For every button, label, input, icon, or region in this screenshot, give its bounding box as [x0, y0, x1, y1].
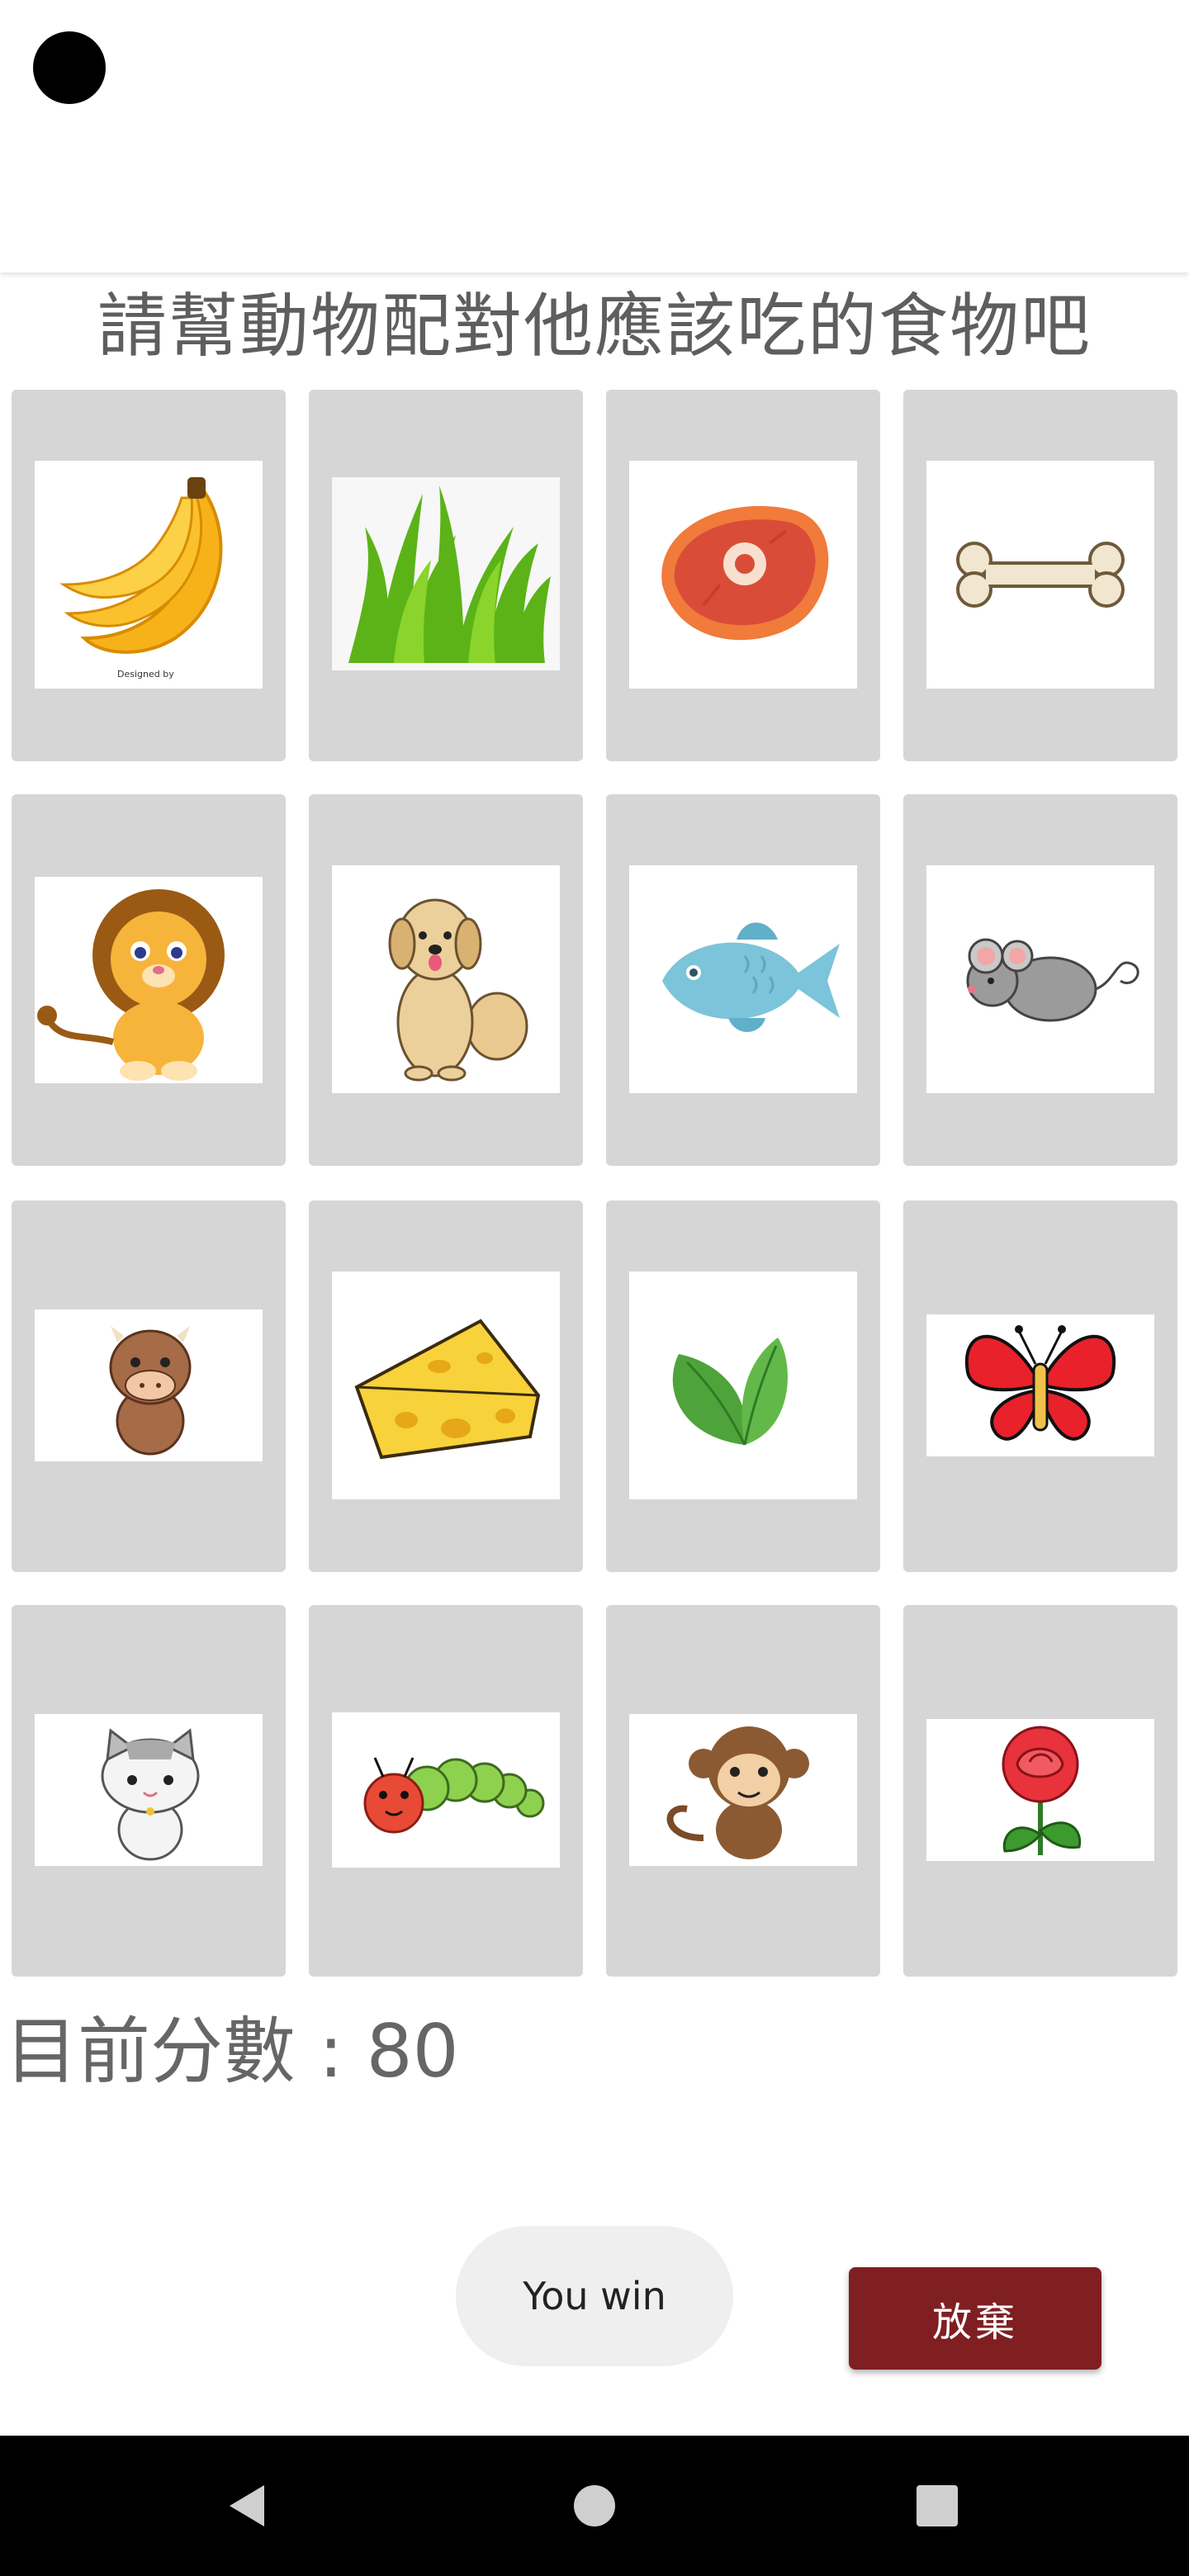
tile-rose[interactable]	[903, 1605, 1177, 1977]
banana-icon: Designed by	[35, 461, 263, 689]
tile-grass[interactable]	[309, 390, 583, 761]
fish-icon	[629, 865, 857, 1093]
give-up-button[interactable]: 放棄	[849, 2267, 1101, 2370]
page-title: 請幫動物配對他應該吃的食物吧	[97, 286, 1092, 367]
tile-fish[interactable]	[606, 794, 880, 1166]
tile-leaves[interactable]	[606, 1200, 880, 1572]
svg-text:Designed by: Designed by	[117, 669, 174, 680]
leaves-icon	[629, 1271, 857, 1499]
dog-icon	[332, 865, 560, 1093]
tile-banana[interactable]: Designed by	[12, 390, 286, 761]
tile-cat[interactable]	[12, 1605, 286, 1977]
steak-icon	[629, 461, 857, 689]
grass-icon	[332, 477, 560, 670]
tile-dog[interactable]	[309, 794, 583, 1166]
monkey-icon	[629, 1714, 857, 1866]
app-bar	[0, 0, 1189, 272]
home-icon[interactable]	[528, 2436, 661, 2576]
lion-icon	[35, 877, 263, 1083]
cow-icon	[35, 1309, 263, 1461]
tile-bone[interactable]	[903, 390, 1177, 761]
recents-icon[interactable]	[871, 2436, 1003, 2576]
butterfly-icon	[926, 1314, 1154, 1456]
camera-cutout	[33, 31, 106, 104]
tile-butterfly[interactable]	[903, 1200, 1177, 1572]
tile-monkey[interactable]	[606, 1605, 880, 1977]
bone-icon	[926, 461, 1154, 689]
mouse-icon	[926, 865, 1154, 1093]
tile-caterpillar[interactable]	[309, 1605, 583, 1977]
tile-mouse[interactable]	[903, 794, 1177, 1166]
cat-icon	[35, 1714, 263, 1866]
system-nav-bar	[0, 2436, 1189, 2576]
score-label: 目前分數 : 80	[5, 2009, 459, 2094]
tile-cheese[interactable]	[309, 1200, 583, 1572]
back-icon[interactable]	[182, 2436, 314, 2576]
win-status-chip: You win	[456, 2226, 733, 2366]
cheese-icon	[332, 1271, 560, 1499]
tile-lion[interactable]	[12, 794, 286, 1166]
rose-icon	[926, 1719, 1154, 1861]
tile-cow[interactable]	[12, 1200, 286, 1572]
tile-meat[interactable]	[606, 390, 880, 761]
caterpillar-icon	[332, 1712, 560, 1868]
